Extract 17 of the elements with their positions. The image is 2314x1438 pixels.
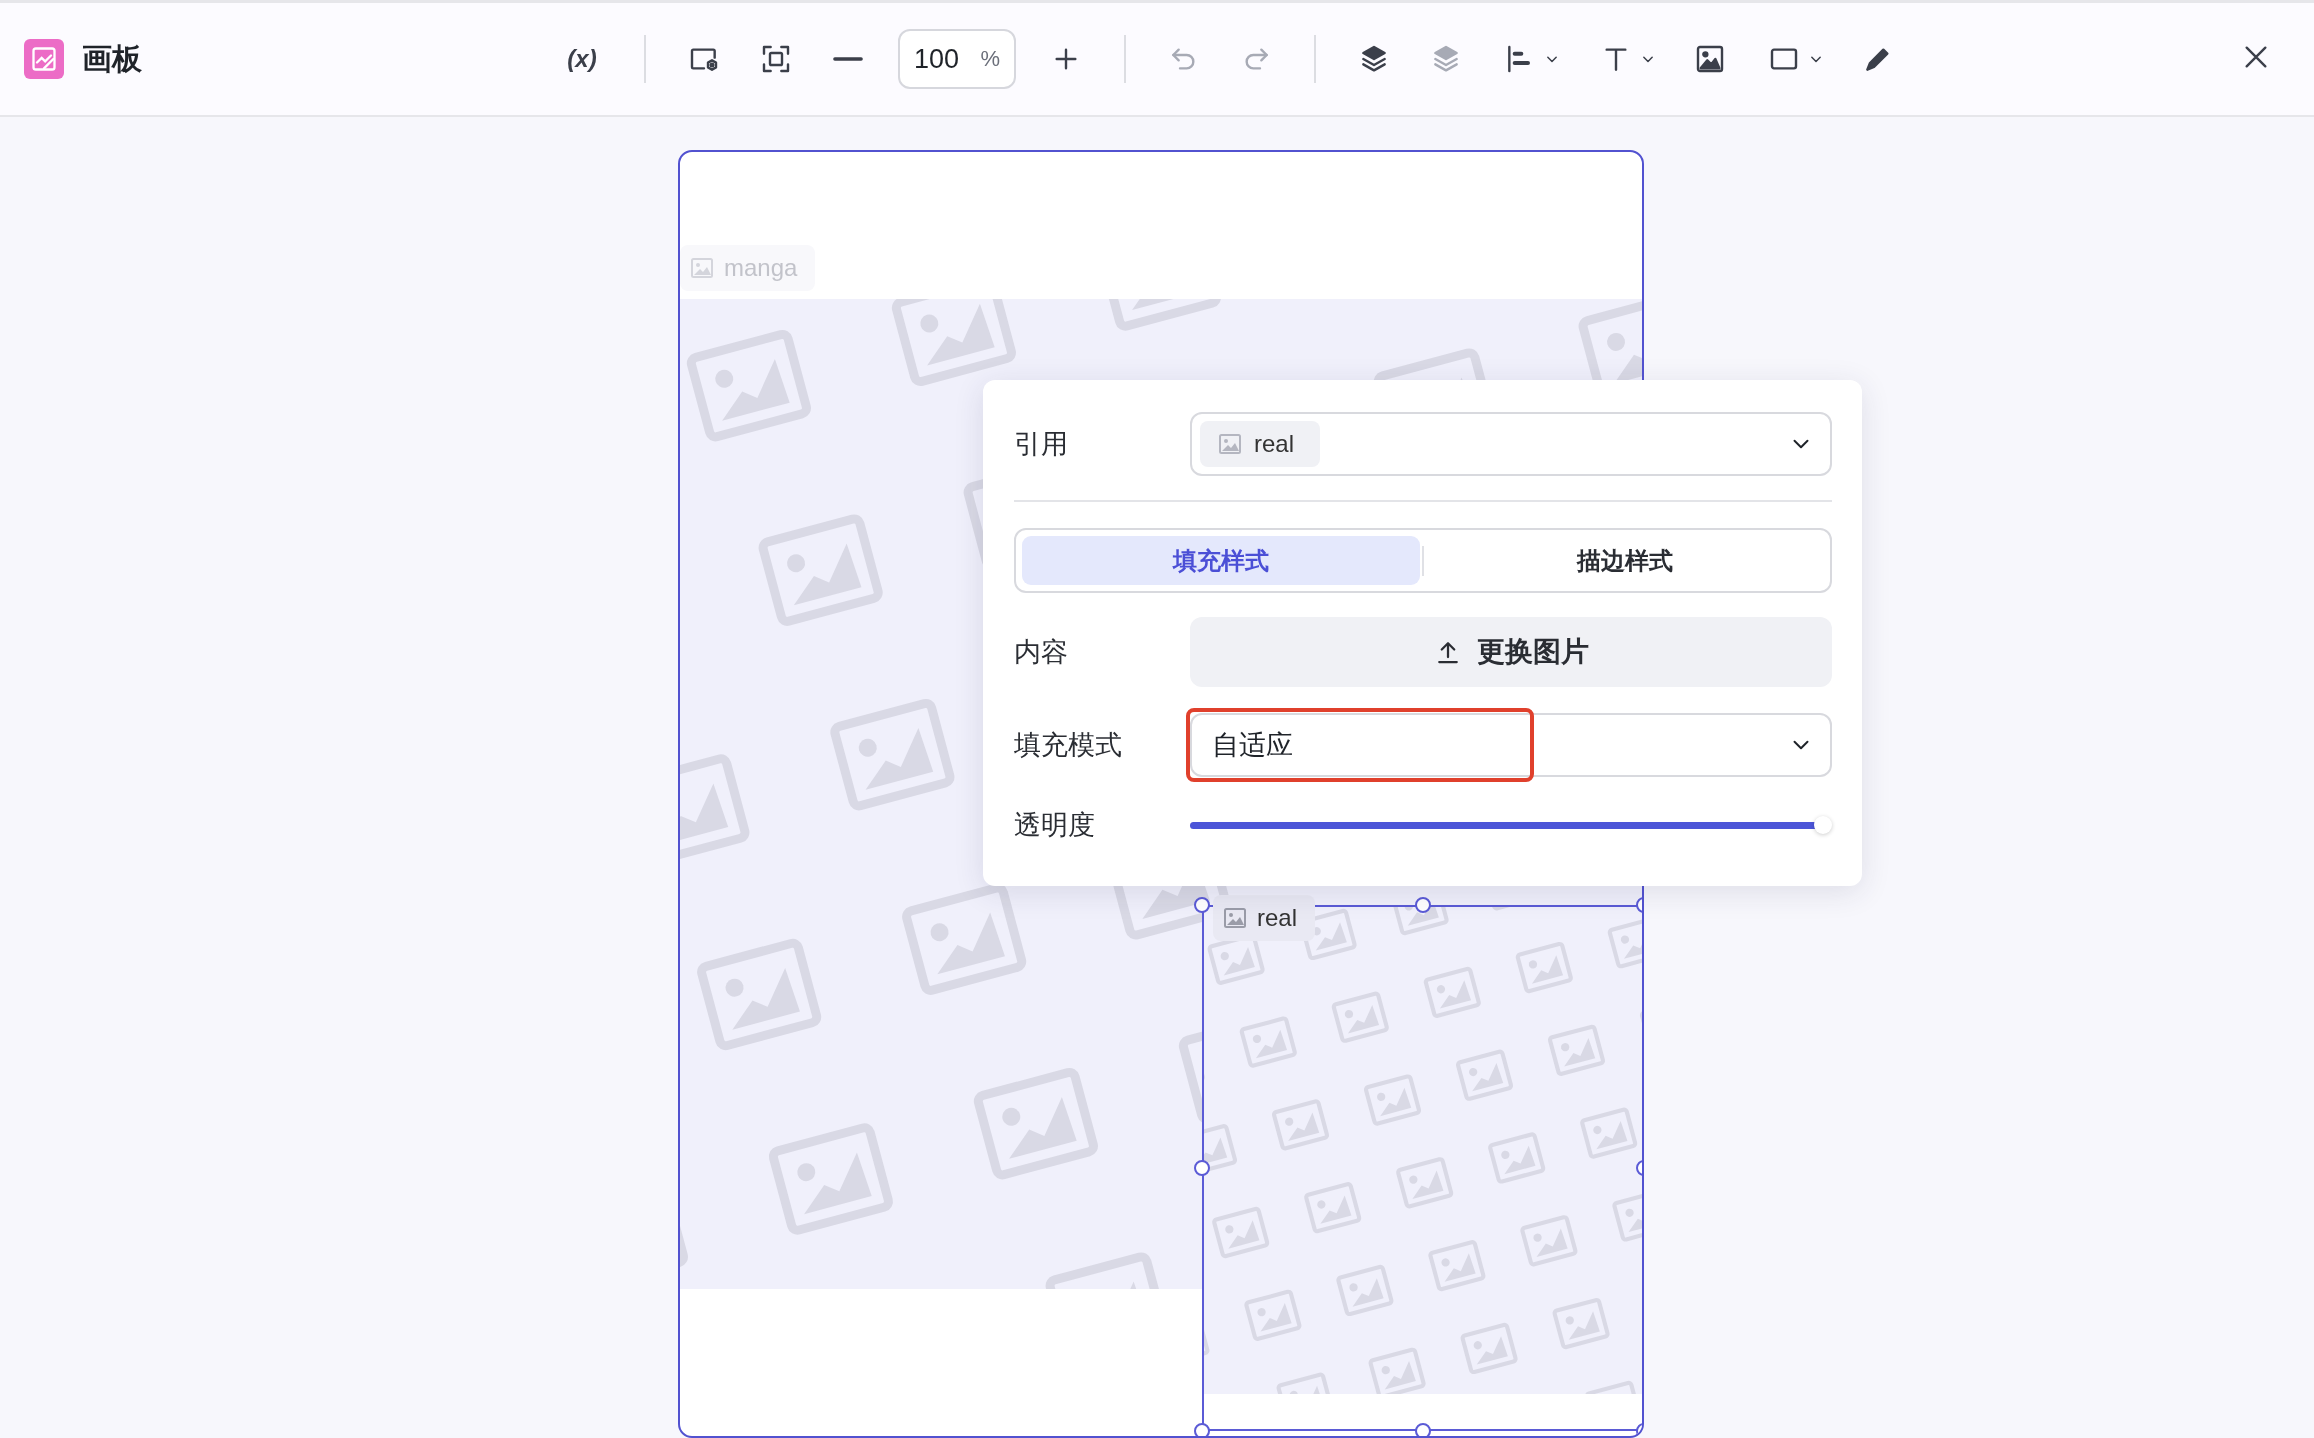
field-label: 填充模式 bbox=[1014, 729, 1123, 762]
layer-name: real bbox=[1257, 904, 1298, 932]
zoom-field[interactable]: 100 % bbox=[898, 29, 1016, 89]
tab[interactable]: 填充样式 bbox=[1022, 536, 1420, 585]
layer-label[interactable]: real bbox=[1213, 895, 1316, 941]
zoom-value: 100 bbox=[914, 43, 960, 75]
zoom-unit: % bbox=[980, 46, 1000, 72]
field-label: 内容 bbox=[1014, 636, 1069, 669]
tab[interactable]: 描边样式 bbox=[1426, 536, 1824, 585]
replace-image-button[interactable]: 更换图片 bbox=[1190, 617, 1832, 687]
app-title: 画板 bbox=[82, 40, 142, 77]
reference-select[interactable]: real bbox=[1190, 412, 1832, 476]
field-label: 引用 bbox=[1014, 428, 1069, 461]
select-value: 自适应 bbox=[1211, 729, 1293, 762]
variable-button[interactable]: (x) bbox=[542, 31, 622, 87]
chip-text: real bbox=[1254, 430, 1295, 458]
field-label: 透明度 bbox=[1014, 809, 1096, 842]
